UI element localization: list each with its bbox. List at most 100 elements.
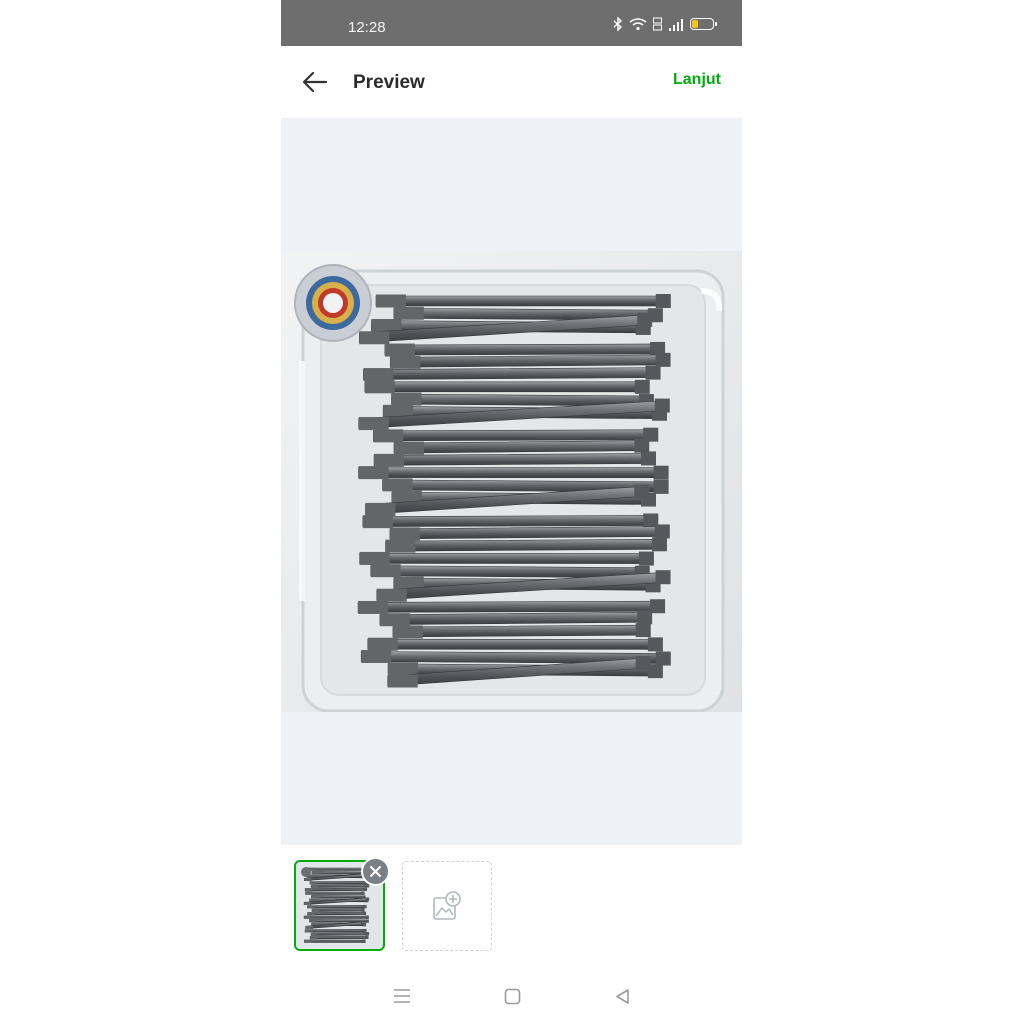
tap-thread xyxy=(388,662,419,676)
close-icon xyxy=(370,866,381,877)
add-image-button[interactable] xyxy=(402,861,492,951)
tap-thread xyxy=(365,502,396,516)
nav-home-button[interactable] xyxy=(500,985,524,1007)
nav-back-button[interactable] xyxy=(610,985,634,1007)
app-header: Preview Lanjut xyxy=(281,46,742,118)
tap-thread xyxy=(309,898,317,902)
bluetooth-icon xyxy=(613,17,623,31)
tap-shank-head xyxy=(360,921,365,925)
tap-shank-head xyxy=(634,379,650,394)
tap-rod xyxy=(307,867,369,871)
tap-thread xyxy=(387,674,418,688)
tap-shank-head xyxy=(645,365,661,380)
product-photo-illustration xyxy=(281,251,742,712)
status-bar: 12:28 xyxy=(281,0,742,46)
tap-shank-head xyxy=(635,623,651,638)
tap-thread xyxy=(393,306,424,320)
tap-shank-head xyxy=(364,935,369,940)
tap-rod xyxy=(367,638,660,650)
tap-shank-head xyxy=(360,908,365,912)
tap-rod xyxy=(389,526,667,540)
tap-rod xyxy=(311,871,367,875)
tap-shank-head xyxy=(365,919,369,923)
back-button[interactable] xyxy=(299,68,331,96)
tap-shank-head xyxy=(637,610,653,625)
tap-rod xyxy=(311,895,365,899)
tap-shank-head xyxy=(362,939,366,943)
next-button[interactable]: Lanjut xyxy=(673,71,721,89)
tap-thread xyxy=(376,588,407,602)
tap-rod xyxy=(373,453,653,466)
tap-shank-head xyxy=(361,891,365,895)
tap-thread xyxy=(311,908,320,912)
tap-thread xyxy=(392,625,423,639)
tap-rod xyxy=(384,343,662,356)
tap-shank-head xyxy=(655,651,671,666)
battery-level-fill xyxy=(692,20,698,28)
tap-rod xyxy=(392,624,648,638)
tap-thread xyxy=(311,932,319,936)
tap-shank-head xyxy=(655,570,671,585)
tap-thread xyxy=(384,343,415,357)
tap-thread xyxy=(304,877,312,882)
tap-shank-head xyxy=(638,551,654,566)
tap-rod xyxy=(393,440,646,454)
tap-shank-head xyxy=(653,479,669,494)
tap-thread xyxy=(305,929,313,933)
tap-shank-head xyxy=(365,932,370,936)
tap-rod xyxy=(307,911,366,916)
nav-menu-button[interactable] xyxy=(390,985,414,1007)
tap-thread xyxy=(304,915,312,919)
page-title: Preview xyxy=(353,72,425,93)
tap-shank-head xyxy=(362,904,367,909)
add-image-icon xyxy=(433,891,461,920)
tap-rod xyxy=(309,935,368,940)
arrow-left-icon xyxy=(302,71,328,93)
tap-shank-head xyxy=(637,312,653,327)
tap-thread xyxy=(385,539,416,553)
tap-thread xyxy=(379,613,410,627)
tap-thread xyxy=(389,527,420,541)
thumbnail-strip xyxy=(281,845,742,965)
tap-thread xyxy=(376,294,406,308)
tap-shank-head xyxy=(635,656,651,670)
tap-rod xyxy=(358,467,665,478)
tap-rod xyxy=(304,887,367,892)
tap-thread xyxy=(305,888,313,892)
tap-thread xyxy=(393,441,424,455)
tap-shank-head xyxy=(365,897,370,901)
home-square-icon xyxy=(504,988,520,1004)
tap-thread xyxy=(307,912,315,916)
tap-rod xyxy=(304,939,365,943)
signal-icon xyxy=(669,18,683,31)
tap-rod xyxy=(310,884,369,888)
tap-thread xyxy=(367,637,398,651)
tap-shank-head xyxy=(651,537,667,552)
tap-rod xyxy=(385,538,664,552)
tap-thread xyxy=(305,925,313,930)
tap-thread xyxy=(373,429,404,443)
wifi-icon xyxy=(629,18,647,31)
tap-thread xyxy=(374,453,405,467)
tap-thread xyxy=(382,478,413,492)
tap-thread xyxy=(364,380,395,394)
phone-screen: 12:28 Preview Lanjut xyxy=(281,0,742,1024)
tap-thread xyxy=(371,319,402,333)
tap-shank-head xyxy=(365,915,369,919)
back-triangle-icon xyxy=(616,988,629,1004)
tap-rod xyxy=(307,905,366,909)
tap-shank-head xyxy=(362,911,367,915)
tap-thread xyxy=(358,466,389,480)
tap-shank-head xyxy=(653,465,669,480)
remove-thumbnail-button[interactable] xyxy=(361,857,390,886)
tap-thread xyxy=(304,901,312,906)
watermark-logo xyxy=(294,264,372,342)
tap-rod xyxy=(304,929,366,933)
status-time: 12:28 xyxy=(348,19,386,36)
tap-thread xyxy=(363,368,394,382)
tap-rod xyxy=(362,515,655,527)
tap-thread xyxy=(390,355,421,369)
tap-thread xyxy=(361,649,392,663)
tap-shank-head xyxy=(634,484,650,499)
tap-shank-head xyxy=(650,599,666,614)
